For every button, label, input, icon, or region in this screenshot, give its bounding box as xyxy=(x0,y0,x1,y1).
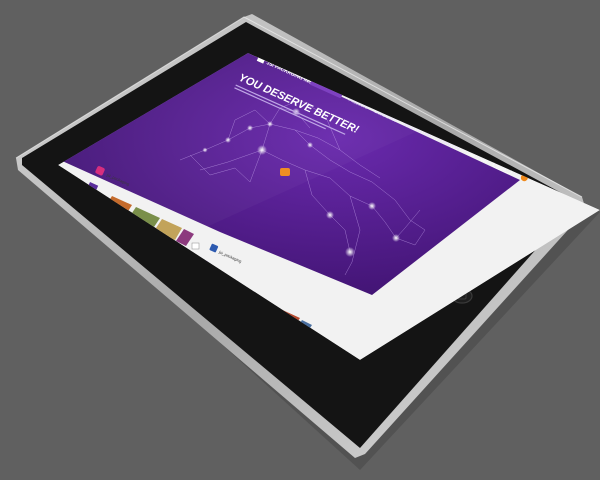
tablet-photo-scene: JSI PACKAGING INC. PRODUCTS CAPABILITIES… xyxy=(15,14,600,470)
gallery-expand-button[interactable] xyxy=(191,242,200,250)
